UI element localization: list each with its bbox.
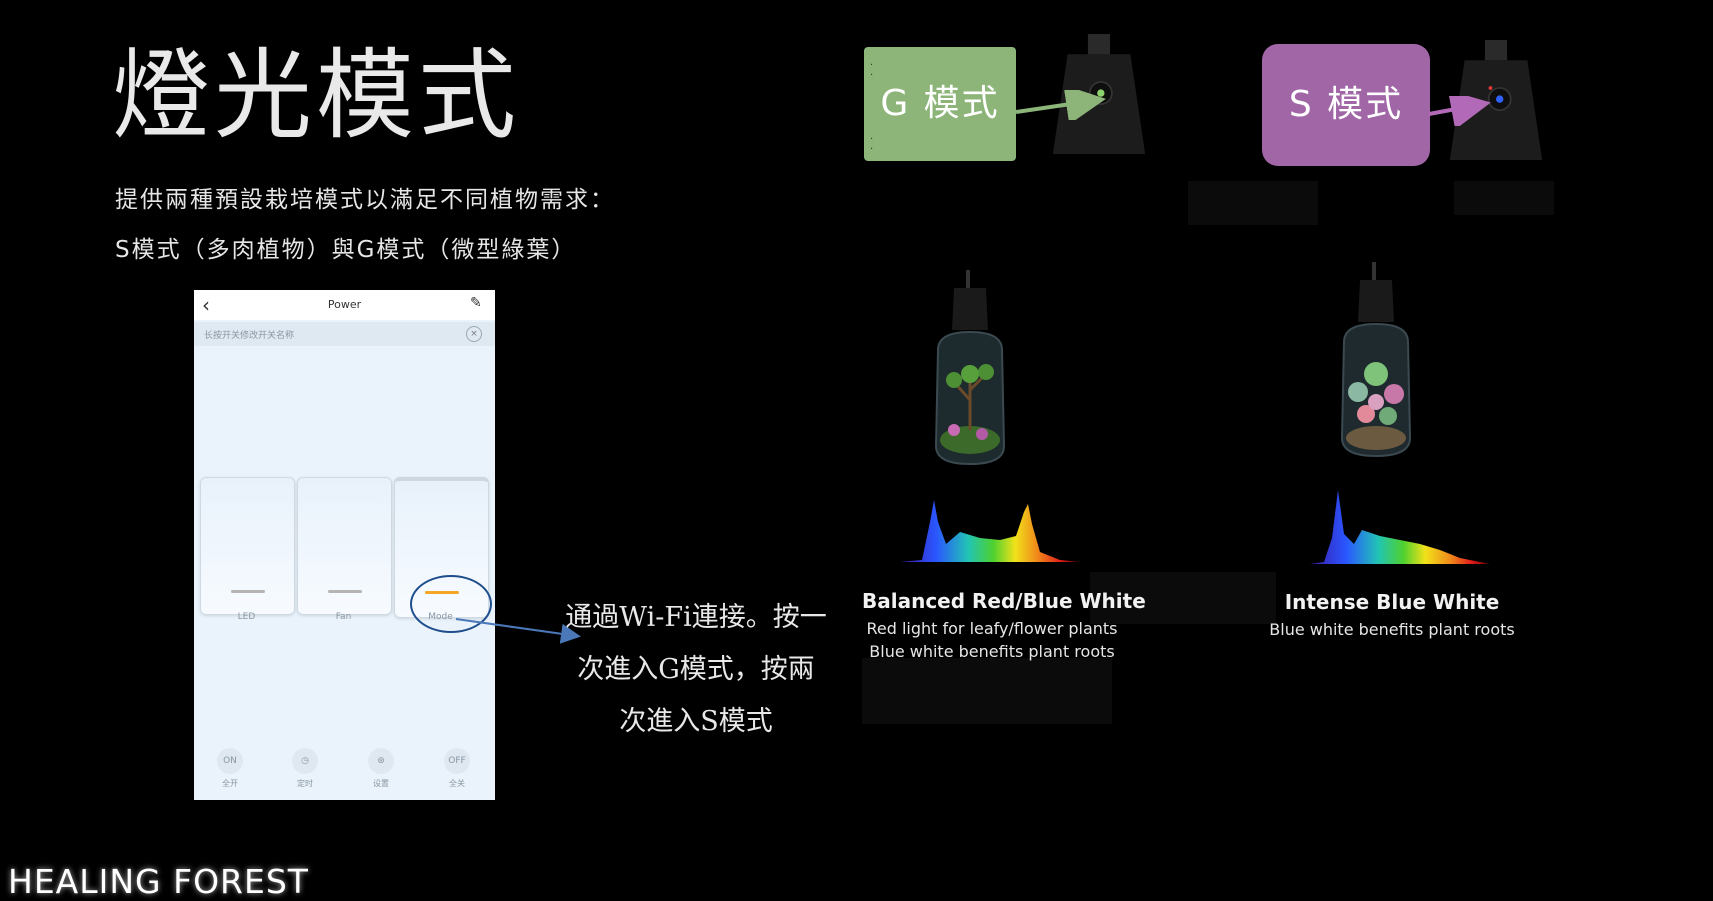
all-off-button[interactable]: OFF	[444, 748, 470, 774]
hint-bar: 长按开关修改开关名称 ×	[194, 322, 495, 346]
switch-label-led: LED	[237, 612, 256, 622]
terrarium-s-icon	[1340, 262, 1412, 458]
callout-text: 通過Wi-Fi連接。按一 次進入G模式，按兩 次進入S模式	[556, 592, 836, 748]
callout-line-1: 通過Wi-Fi連接。按一	[565, 602, 827, 633]
close-circle-icon[interactable]: ×	[466, 326, 482, 342]
g-mode-arrow-icon	[1015, 90, 1106, 120]
settings-icon[interactable]: ⊛	[368, 748, 394, 774]
callout-line-2: 次進入G模式，按兩	[577, 654, 815, 685]
g-mode-desc-1: Red light for leafy/flower plants	[866, 619, 1118, 638]
g-mode-box: G 模式	[864, 47, 1016, 161]
hint-text: 长按开关修改开关名称	[204, 331, 295, 341]
spectrum-s-icon	[1310, 490, 1490, 564]
all-off-label: 全关	[449, 779, 465, 788]
brand-logo: HEALING FOREST	[8, 862, 309, 901]
phone-header: ‹ Power ✎	[194, 290, 495, 320]
pencil-icon[interactable]: ✎	[470, 295, 482, 311]
phone-screenshot: ‹ Power ✎ 长按开关修改开关名称 × LED Fan Mode ON 全…	[194, 290, 495, 800]
all-on-button[interactable]: ON	[217, 748, 243, 774]
handle-dots-icon: ..	[870, 131, 874, 152]
s-mode-heading: Intense Blue White	[1284, 590, 1500, 614]
intro-line-2: S模式（多肉植物）與G模式（微型綠葉）	[115, 237, 577, 263]
s-mode-box: S 模式	[1262, 44, 1430, 166]
settings-label: 设置	[373, 779, 389, 788]
switch-led[interactable]	[200, 477, 295, 615]
switch-indicator	[328, 590, 362, 593]
s-mode-arrow-icon	[1428, 96, 1491, 126]
timer-label: 定时	[297, 779, 313, 788]
switch-indicator	[231, 590, 265, 593]
slide-title: 燈光模式	[112, 39, 521, 153]
all-on-label: 全开	[222, 779, 238, 788]
switch-fan[interactable]	[297, 477, 392, 615]
background-patch	[1188, 181, 1318, 225]
terrarium-g-icon	[934, 270, 1006, 466]
intro-line-1: 提供兩種預設栽培模式以滿足不同植物需求：	[115, 187, 615, 213]
g-mode-heading: Balanced Red/Blue White	[862, 589, 1146, 613]
background-patch	[862, 658, 1112, 724]
g-mode-desc-2: Blue white benefits plant roots	[869, 642, 1115, 661]
switch-label-fan: Fan	[335, 612, 352, 622]
callout-line-3: 次進入S模式	[619, 706, 773, 737]
handle-dots-icon: ..	[870, 57, 874, 78]
timer-icon[interactable]: ◷	[292, 748, 318, 774]
spectrum-g-icon	[900, 500, 1080, 562]
background-patch	[1454, 181, 1554, 215]
s-mode-desc-1: Blue white benefits plant roots	[1269, 620, 1515, 639]
phone-header-title: Power	[327, 298, 362, 311]
